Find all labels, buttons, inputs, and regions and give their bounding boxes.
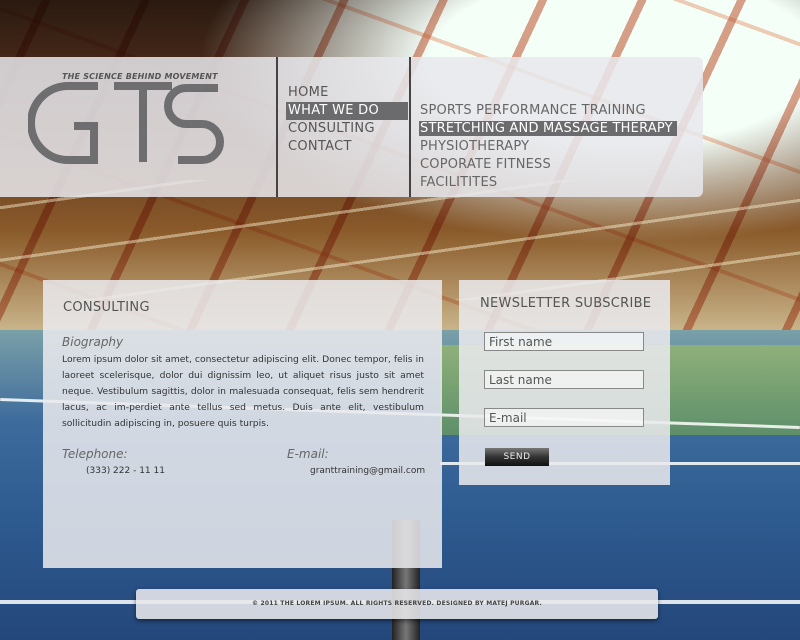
telephone-label: Telephone: — [62, 447, 128, 461]
subnav-item-facilities[interactable]: FACILITITES — [418, 174, 677, 192]
newsletter-title: NEWSLETTER SUBSCRIBE — [480, 296, 652, 311]
subnav-item-stretching[interactable]: STRETCHING AND MASSAGE THERAPY — [418, 120, 677, 138]
email-label: E-mail: — [287, 447, 329, 461]
header-divider — [276, 57, 278, 197]
subnav-label: COPORATE FITNESS — [420, 157, 551, 172]
nav-item-home[interactable]: HOME — [286, 84, 408, 102]
biography-heading: Biography — [62, 335, 124, 349]
subnav-label: PHYSIOTHERAPY — [420, 139, 530, 154]
footer-copyright: © 2011 THE LOREM IPSUM. ALL RIGHTS RESER… — [252, 600, 542, 607]
subnav-label: SPORTS PERFORMANCE TRAINING — [420, 103, 646, 118]
main-nav: HOME WHAT WE DO CONSULTING CONTACT — [286, 84, 408, 156]
email-input[interactable] — [484, 408, 644, 427]
subnav-item-physiotherapy[interactable]: PHYSIOTHERAPY — [418, 138, 677, 156]
sub-nav: SPORTS PERFORMANCE TRAINING STRETCHING A… — [418, 102, 677, 192]
last-name-input[interactable] — [484, 370, 644, 389]
first-name-input[interactable] — [484, 332, 644, 351]
header-divider — [409, 57, 411, 197]
nav-item-what-we-do[interactable]: WHAT WE DO — [286, 102, 408, 120]
gts-logo[interactable] — [28, 80, 228, 166]
biography-text: Lorem ipsum dolor sit amet, consectetur … — [62, 354, 424, 429]
subnav-item-sports-performance[interactable]: SPORTS PERFORMANCE TRAINING — [418, 102, 677, 120]
subnav-label: STRETCHING AND MASSAGE THERAPY — [419, 121, 677, 136]
nav-item-contact[interactable]: CONTACT — [286, 138, 408, 156]
subnav-label: FACILITITES — [420, 175, 498, 190]
email-link[interactable]: granttraining@gmail.com — [310, 466, 425, 476]
send-button[interactable]: SEND — [485, 448, 549, 466]
subnav-item-corporate-fitness[interactable]: COPORATE FITNESS — [418, 156, 677, 174]
nav-item-consulting[interactable]: CONSULTING — [286, 120, 408, 138]
telephone-value: (333) 222 - 11 11 — [86, 466, 165, 476]
page-title: CONSULTING — [63, 300, 150, 315]
